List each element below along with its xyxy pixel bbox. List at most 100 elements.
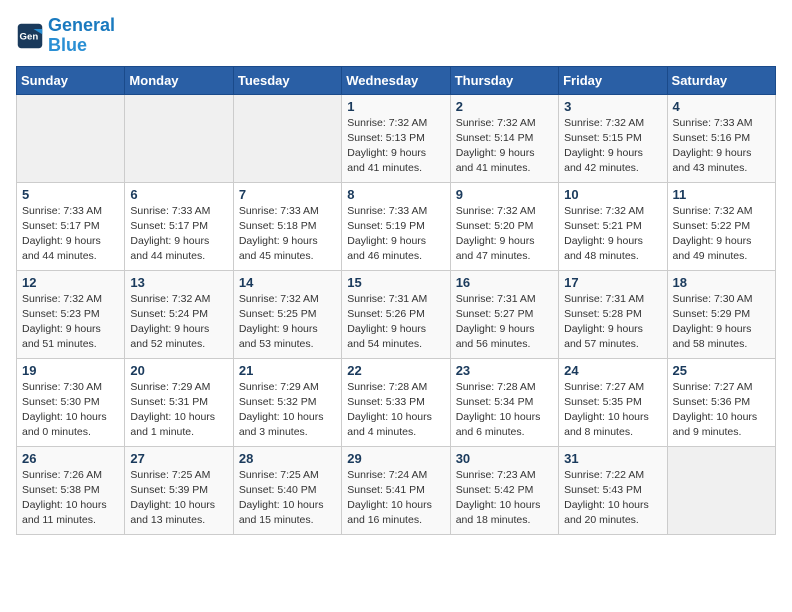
weekday-header-row: SundayMondayTuesdayWednesdayThursdayFrid… (17, 66, 776, 94)
day-number: 29 (347, 451, 444, 466)
cell-sun-info: Sunrise: 7:25 AMSunset: 5:40 PMDaylight:… (239, 468, 336, 529)
calendar-cell: 23 Sunrise: 7:28 AMSunset: 5:34 PMDayligh… (450, 358, 558, 446)
cell-sun-info: Sunrise: 7:33 AMSunset: 5:19 PMDaylight:… (347, 204, 444, 265)
day-number: 28 (239, 451, 336, 466)
day-number: 3 (564, 99, 661, 114)
cell-sun-info: Sunrise: 7:30 AMSunset: 5:29 PMDaylight:… (673, 292, 770, 353)
calendar-cell (233, 94, 341, 182)
calendar-cell: 6 Sunrise: 7:33 AMSunset: 5:17 PMDaylight… (125, 182, 233, 270)
calendar-cell: 14Sunrise: 7:32 AMSunset: 5:25 PMDayligh… (233, 270, 341, 358)
day-number: 10 (564, 187, 661, 202)
cell-sun-info: Sunrise: 7:25 AMSunset: 5:39 PMDaylight:… (130, 468, 227, 529)
cell-sun-info: Sunrise: 7:33 AMSunset: 5:16 PMDaylight:… (673, 116, 770, 177)
day-number: 22 (347, 363, 444, 378)
cell-sun-info: Sunrise: 7:32 AMSunset: 5:23 PMDaylight:… (22, 292, 119, 353)
day-number: 24 (564, 363, 661, 378)
calendar-cell: 30 Sunrise: 7:23 AMSunset: 5:42 PMDayligh… (450, 446, 558, 534)
calendar-cell: 10 Sunrise: 7:32 AMSunset: 5:21 PMDayligh… (559, 182, 667, 270)
calendar-cell: 1Sunrise: 7:32 AMSunset: 5:13 PMDaylight… (342, 94, 450, 182)
calendar-cell: 28 Sunrise: 7:25 AMSunset: 5:40 PMDayligh… (233, 446, 341, 534)
calendar-week-row: 12Sunrise: 7:32 AMSunset: 5:23 PMDayligh… (17, 270, 776, 358)
day-number: 5 (22, 187, 119, 202)
day-number: 2 (456, 99, 553, 114)
svg-text:Gen: Gen (20, 31, 39, 42)
cell-sun-info: Sunrise: 7:30 AMSunset: 5:30 PMDaylight:… (22, 380, 119, 441)
calendar-header: Gen GeneralBlue (16, 16, 776, 56)
day-number: 27 (130, 451, 227, 466)
cell-sun-info: Sunrise: 7:27 AMSunset: 5:35 PMDaylight:… (564, 380, 661, 441)
calendar-cell: 25 Sunrise: 7:27 AMSunset: 5:36 PMDayligh… (667, 358, 775, 446)
day-number: 4 (673, 99, 770, 114)
weekday-header-friday: Friday (559, 66, 667, 94)
day-number: 16 (456, 275, 553, 290)
day-number: 23 (456, 363, 553, 378)
calendar-cell: 27 Sunrise: 7:25 AMSunset: 5:39 PMDayligh… (125, 446, 233, 534)
day-number: 8 (347, 187, 444, 202)
calendar-week-row: 1Sunrise: 7:32 AMSunset: 5:13 PMDaylight… (17, 94, 776, 182)
calendar-cell: 12Sunrise: 7:32 AMSunset: 5:23 PMDayligh… (17, 270, 125, 358)
cell-sun-info: Sunrise: 7:29 AMSunset: 5:32 PMDaylight:… (239, 380, 336, 441)
day-number: 21 (239, 363, 336, 378)
calendar-cell: 18 Sunrise: 7:30 AMSunset: 5:29 PMDayligh… (667, 270, 775, 358)
calendar-week-row: 5 Sunrise: 7:33 AMSunset: 5:17 PMDaylight… (17, 182, 776, 270)
weekday-header-monday: Monday (125, 66, 233, 94)
calendar-cell: 22 Sunrise: 7:28 AMSunset: 5:33 PMDayligh… (342, 358, 450, 446)
calendar-cell: 7 Sunrise: 7:33 AMSunset: 5:18 PMDaylight… (233, 182, 341, 270)
calendar-cell: 24 Sunrise: 7:27 AMSunset: 5:35 PMDayligh… (559, 358, 667, 446)
calendar-cell: 8 Sunrise: 7:33 AMSunset: 5:19 PMDaylight… (342, 182, 450, 270)
calendar-cell: 3 Sunrise: 7:32 AMSunset: 5:15 PMDaylight… (559, 94, 667, 182)
weekday-header-wednesday: Wednesday (342, 66, 450, 94)
calendar-week-row: 19 Sunrise: 7:30 AMSunset: 5:30 PMDayligh… (17, 358, 776, 446)
cell-sun-info: Sunrise: 7:28 AMSunset: 5:33 PMDaylight:… (347, 380, 444, 441)
day-number: 20 (130, 363, 227, 378)
calendar-cell: 4 Sunrise: 7:33 AMSunset: 5:16 PMDaylight… (667, 94, 775, 182)
cell-sun-info: Sunrise: 7:31 AMSunset: 5:27 PMDaylight:… (456, 292, 553, 353)
calendar-cell: 26 Sunrise: 7:26 AMSunset: 5:38 PMDayligh… (17, 446, 125, 534)
cell-sun-info: Sunrise: 7:32 AMSunset: 5:25 PMDaylight:… (239, 292, 336, 353)
cell-sun-info: Sunrise: 7:28 AMSunset: 5:34 PMDaylight:… (456, 380, 553, 441)
cell-sun-info: Sunrise: 7:33 AMSunset: 5:18 PMDaylight:… (239, 204, 336, 265)
cell-sun-info: Sunrise: 7:32 AMSunset: 5:24 PMDaylight:… (130, 292, 227, 353)
calendar-cell: 15Sunrise: 7:31 AMSunset: 5:26 PMDayligh… (342, 270, 450, 358)
weekday-header-saturday: Saturday (667, 66, 775, 94)
day-number: 6 (130, 187, 227, 202)
day-number: 9 (456, 187, 553, 202)
calendar-cell (17, 94, 125, 182)
calendar-cell: 29 Sunrise: 7:24 AMSunset: 5:41 PMDayligh… (342, 446, 450, 534)
cell-sun-info: Sunrise: 7:32 AMSunset: 5:14 PMDaylight:… (456, 116, 553, 177)
calendar-table: SundayMondayTuesdayWednesdayThursdayFrid… (16, 66, 776, 535)
day-number: 11 (673, 187, 770, 202)
logo-text: GeneralBlue (48, 16, 115, 56)
day-number: 18 (673, 275, 770, 290)
day-number: 25 (673, 363, 770, 378)
weekday-header-tuesday: Tuesday (233, 66, 341, 94)
cell-sun-info: Sunrise: 7:29 AMSunset: 5:31 PMDaylight:… (130, 380, 227, 441)
calendar-cell: 20 Sunrise: 7:29 AMSunset: 5:31 PMDayligh… (125, 358, 233, 446)
calendar-cell: 9 Sunrise: 7:32 AMSunset: 5:20 PMDaylight… (450, 182, 558, 270)
cell-sun-info: Sunrise: 7:31 AMSunset: 5:28 PMDaylight:… (564, 292, 661, 353)
day-number: 31 (564, 451, 661, 466)
cell-sun-info: Sunrise: 7:22 AMSunset: 5:43 PMDaylight:… (564, 468, 661, 529)
day-number: 17 (564, 275, 661, 290)
day-number: 15 (347, 275, 444, 290)
cell-sun-info: Sunrise: 7:24 AMSunset: 5:41 PMDaylight:… (347, 468, 444, 529)
cell-sun-info: Sunrise: 7:33 AMSunset: 5:17 PMDaylight:… (130, 204, 227, 265)
cell-sun-info: Sunrise: 7:32 AMSunset: 5:20 PMDaylight:… (456, 204, 553, 265)
cell-sun-info: Sunrise: 7:26 AMSunset: 5:38 PMDaylight:… (22, 468, 119, 529)
calendar-cell (667, 446, 775, 534)
cell-sun-info: Sunrise: 7:23 AMSunset: 5:42 PMDaylight:… (456, 468, 553, 529)
calendar-cell: 21 Sunrise: 7:29 AMSunset: 5:32 PMDayligh… (233, 358, 341, 446)
day-number: 19 (22, 363, 119, 378)
logo: Gen GeneralBlue (16, 16, 115, 56)
day-number: 26 (22, 451, 119, 466)
cell-sun-info: Sunrise: 7:32 AMSunset: 5:15 PMDaylight:… (564, 116, 661, 177)
calendar-cell: 13 Sunrise: 7:32 AMSunset: 5:24 PMDayligh… (125, 270, 233, 358)
day-number: 30 (456, 451, 553, 466)
cell-sun-info: Sunrise: 7:32 AMSunset: 5:21 PMDaylight:… (564, 204, 661, 265)
day-number: 1 (347, 99, 444, 114)
weekday-header-thursday: Thursday (450, 66, 558, 94)
day-number: 7 (239, 187, 336, 202)
cell-sun-info: Sunrise: 7:27 AMSunset: 5:36 PMDaylight:… (673, 380, 770, 441)
day-number: 13 (130, 275, 227, 290)
calendar-cell: 17 Sunrise: 7:31 AMSunset: 5:28 PMDayligh… (559, 270, 667, 358)
